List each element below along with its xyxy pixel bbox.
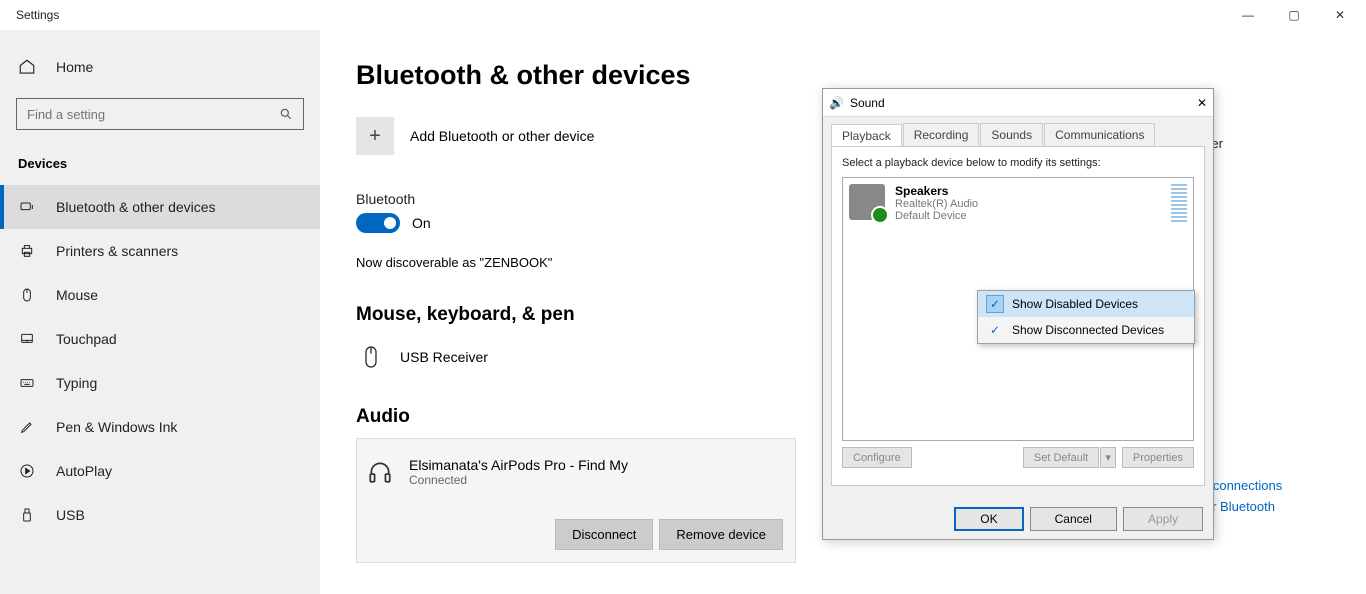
search-icon bbox=[279, 107, 293, 121]
touchpad-icon bbox=[18, 331, 36, 347]
audio-device-status: Connected bbox=[409, 473, 628, 487]
sidebar-item-autoplay[interactable]: AutoPlay bbox=[0, 449, 320, 493]
checkmark-icon: ✓ bbox=[986, 295, 1004, 313]
sidebar-item-typing[interactable]: Typing bbox=[0, 361, 320, 405]
usb-receiver-name: USB Receiver bbox=[400, 349, 488, 365]
autoplay-icon bbox=[18, 463, 36, 479]
properties-button[interactable]: Properties bbox=[1122, 447, 1194, 468]
app-name: Settings bbox=[16, 8, 59, 22]
sidebar-item-label: USB bbox=[56, 507, 85, 523]
sidebar-item-mouse[interactable]: Mouse bbox=[0, 273, 320, 317]
ctx-label: Show Disconnected Devices bbox=[1012, 323, 1164, 337]
home-icon bbox=[18, 58, 36, 76]
page-title: Bluetooth & other devices bbox=[356, 60, 1330, 91]
search-input-wrapper[interactable] bbox=[16, 98, 304, 130]
sidebar-item-label: Mouse bbox=[56, 287, 98, 303]
usb-icon bbox=[18, 507, 36, 523]
playback-device-row[interactable]: Speakers Realtek(R) Audio Default Device bbox=[849, 184, 1187, 224]
headphones-icon bbox=[365, 457, 395, 487]
ok-button[interactable]: OK bbox=[954, 507, 1023, 531]
printer-icon bbox=[18, 243, 36, 259]
sidebar-item-label: Typing bbox=[56, 375, 97, 391]
close-button[interactable]: ✕ bbox=[1326, 0, 1354, 30]
remove-device-button[interactable]: Remove device bbox=[659, 519, 783, 550]
dialog-body: Select a playback device below to modify… bbox=[831, 146, 1205, 486]
speaker-device-icon bbox=[849, 184, 885, 220]
settings-sidebar: Home Devices Bluetooth & other devices P… bbox=[0, 30, 320, 594]
add-device-label: Add Bluetooth or other device bbox=[410, 128, 594, 144]
sidebar-section-header: Devices bbox=[0, 142, 320, 185]
bluetooth-nav-icon bbox=[18, 199, 36, 215]
plus-icon: + bbox=[356, 117, 394, 155]
sound-dialog: 🔊 Sound ✕ Playback Recording Sounds Comm… bbox=[822, 88, 1214, 540]
mouse-icon bbox=[356, 342, 386, 372]
tab-playback[interactable]: Playback bbox=[831, 124, 902, 147]
home-label: Home bbox=[56, 59, 93, 75]
sidebar-item-label: Touchpad bbox=[56, 331, 117, 347]
sidebar-item-pen[interactable]: Pen & Windows Ink bbox=[0, 405, 320, 449]
device-driver: Realtek(R) Audio bbox=[895, 198, 978, 210]
toggle-state-text: On bbox=[412, 215, 431, 231]
cancel-button[interactable]: Cancel bbox=[1030, 507, 1117, 531]
dialog-instruction: Select a playback device below to modify… bbox=[842, 157, 1194, 169]
disconnect-button[interactable]: Disconnect bbox=[555, 519, 653, 550]
sidebar-item-label: Printers & scanners bbox=[56, 243, 178, 259]
sidebar-item-printers[interactable]: Printers & scanners bbox=[0, 229, 320, 273]
pen-icon bbox=[18, 419, 36, 435]
configure-button[interactable]: Configure bbox=[842, 447, 912, 468]
ctx-label: Show Disabled Devices bbox=[1012, 297, 1138, 311]
set-default-button[interactable]: Set Default bbox=[1023, 447, 1099, 468]
sidebar-item-label: AutoPlay bbox=[56, 463, 112, 479]
dialog-titlebar: 🔊 Sound ✕ bbox=[823, 89, 1213, 117]
ctx-show-disabled[interactable]: ✓ Show Disabled Devices bbox=[978, 291, 1194, 317]
sidebar-home[interactable]: Home bbox=[0, 48, 320, 86]
maximize-button[interactable]: ▢ bbox=[1280, 0, 1308, 30]
minimize-button[interactable]: — bbox=[1234, 0, 1262, 30]
window-titlebar: Settings — ▢ ✕ bbox=[0, 0, 1366, 30]
set-default-dropdown[interactable]: ▾ bbox=[1100, 447, 1116, 468]
mouse-nav-icon bbox=[18, 287, 36, 303]
sidebar-item-touchpad[interactable]: Touchpad bbox=[0, 317, 320, 361]
context-menu: ✓ Show Disabled Devices ✓ Show Disconnec… bbox=[977, 290, 1195, 344]
sidebar-item-bluetooth[interactable]: Bluetooth & other devices bbox=[0, 185, 320, 229]
playback-device-list[interactable]: Speakers Realtek(R) Audio Default Device… bbox=[842, 177, 1194, 441]
dialog-close-button[interactable]: ✕ bbox=[1197, 96, 1207, 110]
tab-communications[interactable]: Communications bbox=[1044, 123, 1155, 146]
device-status: Default Device bbox=[895, 210, 978, 222]
tab-sounds[interactable]: Sounds bbox=[980, 123, 1043, 146]
dialog-title: Sound bbox=[850, 96, 885, 110]
sidebar-item-label: Bluetooth & other devices bbox=[56, 199, 216, 215]
audio-device-name: Elsimanata's AirPods Pro - Find My bbox=[409, 457, 628, 473]
speaker-glyph-icon: 🔊 bbox=[829, 96, 844, 110]
bluetooth-toggle[interactable] bbox=[356, 213, 400, 233]
dialog-tabs: Playback Recording Sounds Communications bbox=[823, 117, 1213, 146]
keyboard-icon bbox=[18, 375, 36, 391]
device-name: Speakers bbox=[895, 184, 978, 198]
volume-meter bbox=[1171, 184, 1187, 224]
checkmark-icon: ✓ bbox=[986, 321, 1004, 339]
apply-button[interactable]: Apply bbox=[1123, 507, 1203, 531]
tab-recording[interactable]: Recording bbox=[903, 123, 980, 146]
audio-device-card[interactable]: Elsimanata's AirPods Pro - Find My Conne… bbox=[356, 438, 796, 563]
sidebar-item-label: Pen & Windows Ink bbox=[56, 419, 177, 435]
search-input[interactable] bbox=[27, 107, 279, 122]
sidebar-item-usb[interactable]: USB bbox=[0, 493, 320, 537]
ctx-show-disconnected[interactable]: ✓ Show Disconnected Devices bbox=[978, 317, 1194, 343]
